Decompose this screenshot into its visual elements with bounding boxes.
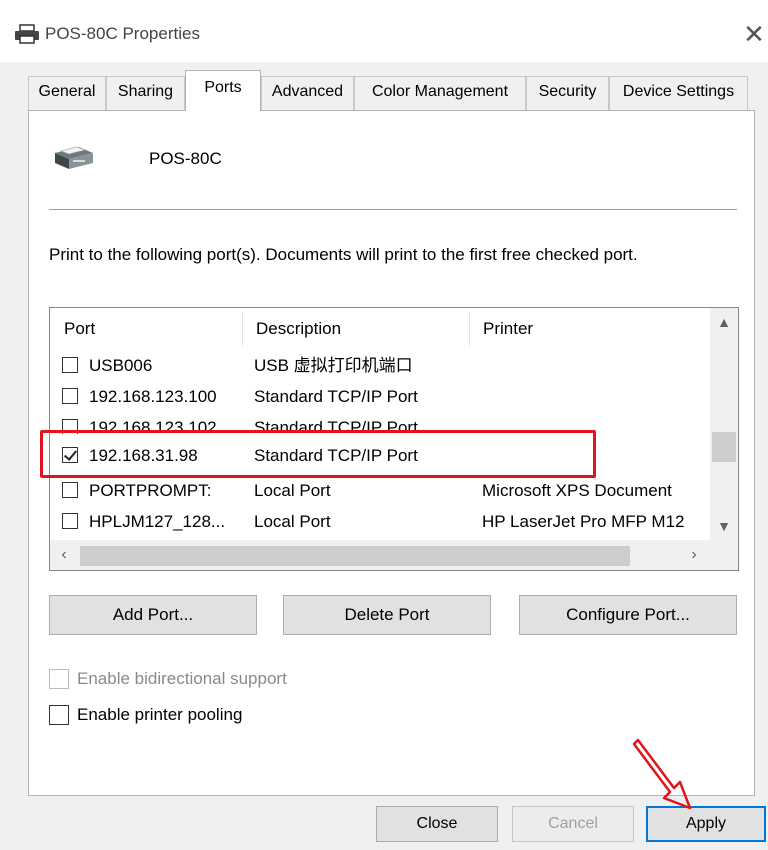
scrollbar-corner [710, 540, 738, 570]
tab-strip: General Sharing Ports Advanced Color Man… [28, 70, 756, 111]
arrow-annotation-icon [632, 738, 692, 810]
title-bar: POS-80C Properties ✕ [0, 0, 768, 62]
close-icon[interactable]: ✕ [740, 20, 768, 48]
configure-port-button[interactable]: Configure Port... [519, 595, 737, 635]
vertical-scroll-thumb[interactable] [712, 432, 736, 462]
port-row[interactable]: 192.168.123.100 Standard TCP/IP Port [50, 381, 710, 412]
cancel-button[interactable]: Cancel [512, 806, 634, 842]
port-row[interactable]: HPLJM127_128... Local Port HP LaserJet P… [50, 506, 710, 537]
close-button[interactable]: Close [376, 806, 498, 842]
add-port-button[interactable]: Add Port... [49, 595, 257, 635]
tab-device-settings[interactable]: Device Settings [609, 76, 748, 110]
scroll-right-icon[interactable]: › [680, 540, 708, 570]
port-printer: HP LaserJet Pro MFP M12 [482, 512, 685, 531]
column-description[interactable]: Description [242, 308, 469, 350]
column-printer[interactable]: Printer [469, 308, 709, 350]
bidirectional-label: Enable bidirectional support [77, 669, 287, 688]
separator [49, 209, 737, 210]
printer-large-icon [55, 146, 93, 169]
port-name: 192.168.123.100 [89, 387, 217, 406]
printer-name: POS-80C [149, 149, 222, 168]
scroll-down-icon[interactable]: ▼ [710, 512, 738, 540]
tab-security[interactable]: Security [526, 76, 609, 110]
port-row[interactable]: USB006 USB 虚拟打印机端口 [50, 350, 710, 381]
port-description: Local Port [254, 512, 331, 531]
port-row[interactable]: PORTPROMPT: Local Port Microsoft XPS Doc… [50, 475, 710, 506]
column-port[interactable]: Port [50, 308, 242, 350]
scroll-up-icon[interactable]: ▲ [710, 308, 738, 336]
tab-color-management[interactable]: Color Management [354, 76, 526, 110]
printer-icon [15, 24, 39, 44]
pooling-checkbox[interactable] [49, 705, 69, 725]
port-name: USB006 [89, 356, 153, 375]
port-checkbox[interactable] [62, 513, 78, 529]
port-name: HPLJM127_128... [89, 512, 226, 531]
tab-ports[interactable]: Ports [185, 70, 261, 111]
apply-button[interactable]: Apply [646, 806, 766, 842]
scroll-left-icon[interactable]: ‹ [50, 540, 78, 570]
pooling-label: Enable printer pooling [77, 705, 243, 724]
port-checkbox[interactable] [62, 482, 78, 498]
port-description: Standard TCP/IP Port [254, 387, 418, 406]
tab-advanced[interactable]: Advanced [261, 76, 354, 110]
tab-general[interactable]: General [28, 76, 106, 110]
delete-port-button[interactable]: Delete Port [283, 595, 491, 635]
port-description: USB 虚拟打印机端口 [254, 356, 413, 375]
port-list-header: Port Description Printer [50, 308, 710, 350]
port-checkbox[interactable] [62, 388, 78, 404]
tab-sharing[interactable]: Sharing [106, 76, 185, 110]
port-checkbox[interactable] [62, 357, 78, 373]
window-title: POS-80C Properties [45, 24, 200, 43]
vertical-scrollbar[interactable] [710, 308, 738, 540]
ports-instructions: Print to the following port(s). Document… [49, 245, 638, 264]
port-printer: Microsoft XPS Document [482, 481, 672, 500]
port-description: Local Port [254, 481, 331, 500]
horizontal-scroll-thumb[interactable] [80, 546, 630, 566]
bidirectional-checkbox[interactable] [49, 669, 69, 689]
port-name: PORTPROMPT: [89, 481, 212, 500]
highlight-annotation [40, 430, 596, 478]
